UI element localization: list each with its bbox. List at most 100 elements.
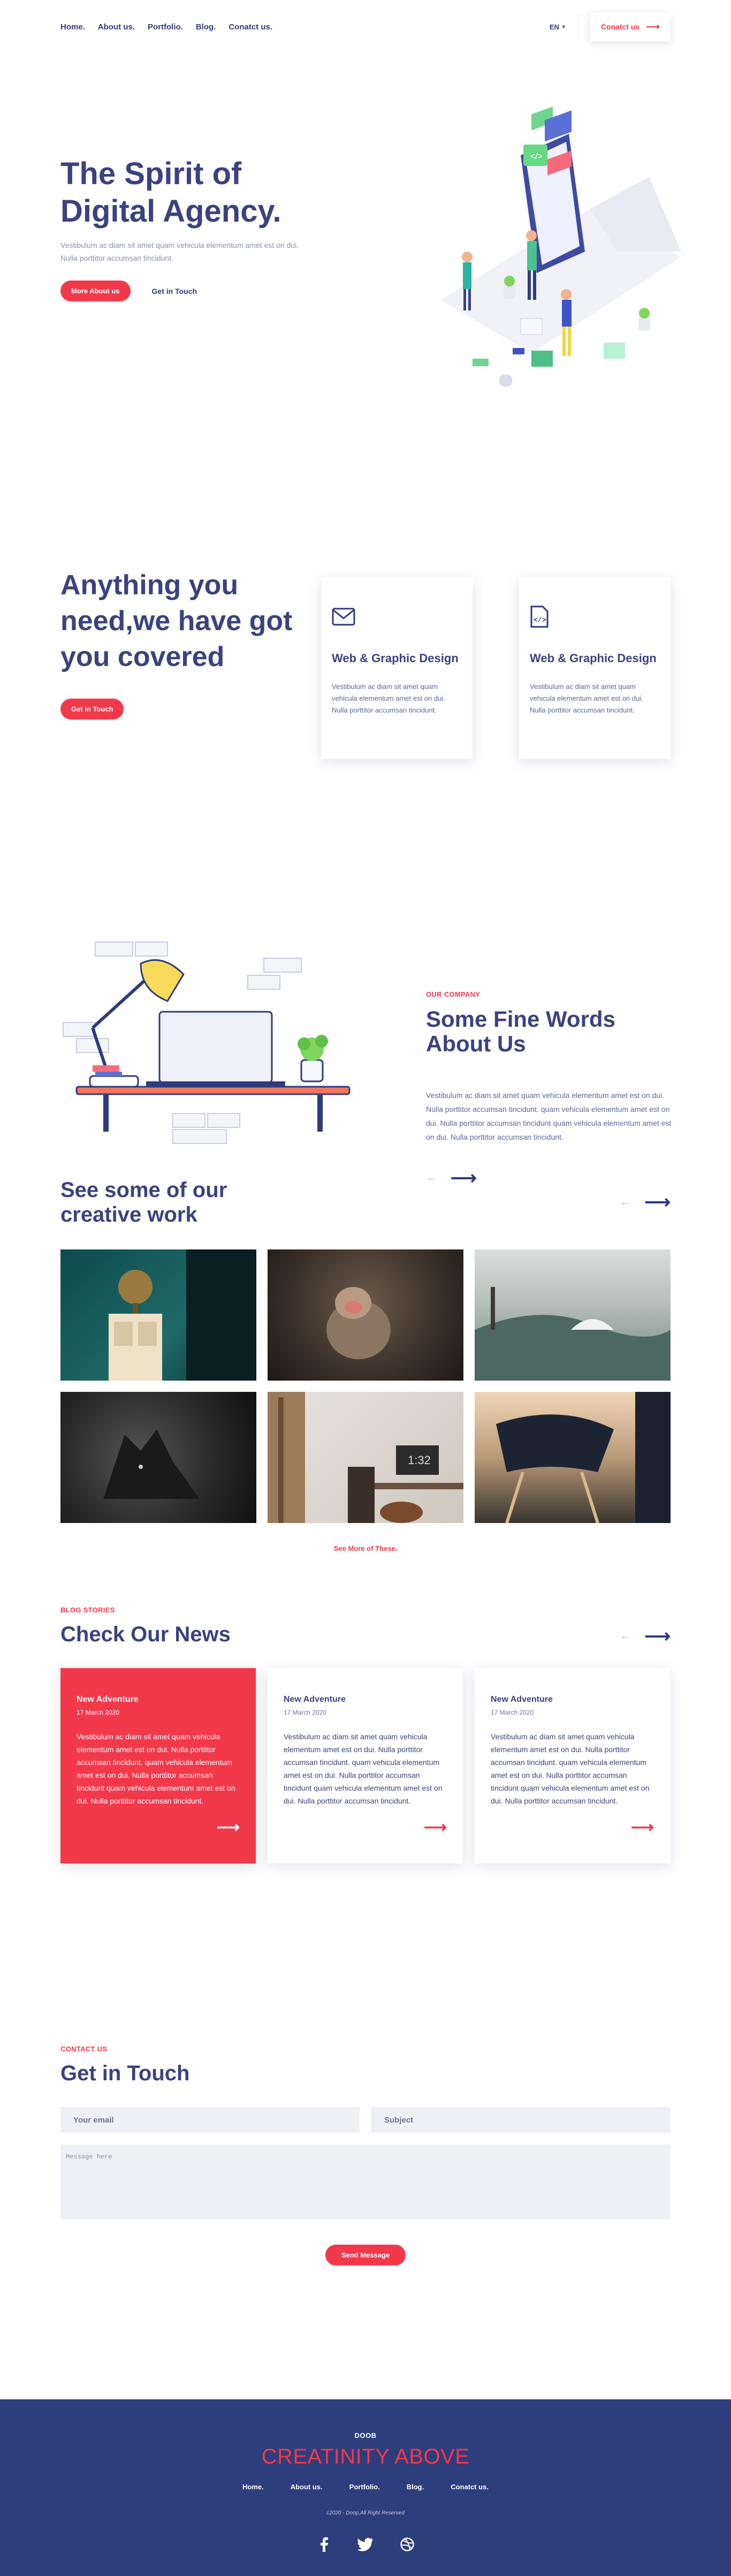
footer-links: Home. About us. Portfolio. Blog. Conatct… xyxy=(0,2483,731,2491)
get-in-touch-link[interactable]: Get in Touch xyxy=(152,287,197,296)
black-wolf-image xyxy=(103,1429,200,1499)
about-paragraph: Vestibulum ac diam sit amet quam vehicul… xyxy=(426,1091,672,1141)
dribbble-icon[interactable] xyxy=(399,2536,415,2552)
code-file-icon: </> xyxy=(530,604,555,630)
news-card[interactable]: New Adventure 17 March 2020 Vestibulum a… xyxy=(60,1668,256,1863)
dark-chairs-image xyxy=(496,1392,671,1523)
footer-social xyxy=(0,2536,731,2552)
portfolio-tile-surf[interactable] xyxy=(475,1249,671,1381)
arrow-right-icon[interactable]: ⟶ xyxy=(631,1818,654,1837)
home-office-desk-image: 1:32 xyxy=(268,1392,463,1523)
twitter-icon[interactable] xyxy=(357,2536,374,2552)
arrow-left-icon[interactable]: ← xyxy=(620,1630,630,1642)
news-header: BLOG STORIES Check Our News ← ⟶ xyxy=(60,1515,671,1647)
nav-link-portfolio[interactable]: Portfolio. xyxy=(148,22,183,32)
svg-text:1:32: 1:32 xyxy=(408,1453,431,1467)
service-card-text: Vestibulum ac diam sit amet quam vehicul… xyxy=(530,683,643,714)
contact-us-button[interactable]: Conatct us ⟶ xyxy=(590,12,671,41)
nav-link-contact[interactable]: Conatct us. xyxy=(229,22,272,32)
language-label: EN xyxy=(549,22,559,31)
footer-link-contact[interactable]: Conatct us. xyxy=(451,2483,489,2491)
email-field[interactable] xyxy=(60,2107,360,2133)
portfolio-tile-monkey[interactable] xyxy=(268,1249,463,1381)
about-section: OUR COMPANY Some Fine Words About Us Ves… xyxy=(60,792,671,1187)
news-title: Check Our News xyxy=(60,1623,231,1646)
service-card-design[interactable]: Web & Graphic Design Vestibulum ac diam … xyxy=(321,577,473,759)
arrow-right-icon[interactable]: ⟶ xyxy=(424,1818,447,1837)
nav-link-blog[interactable]: Blog. xyxy=(196,22,216,32)
subject-field[interactable] xyxy=(371,2107,671,2133)
nav-link-home[interactable]: Home. xyxy=(60,22,85,32)
news-card-title: New Adventure xyxy=(77,1695,139,1704)
news-kicker: BLOG STORIES xyxy=(60,1606,115,1614)
footer-link-home[interactable]: Home. xyxy=(242,2483,264,2491)
news-card-text: Vestibulum ac diam sit amet quam vehicul… xyxy=(491,1732,650,1805)
news-card-title: New Adventure xyxy=(284,1695,346,1704)
arrow-right-icon[interactable]: ⟶ xyxy=(644,1193,671,1211)
portfolio-header: See some of our creative work ← ⟶ xyxy=(60,1178,671,1227)
news-cards: New Adventure 17 March 2020 Vestibulum a… xyxy=(60,1668,671,1863)
message-field[interactable] xyxy=(60,2145,671,2219)
globe-on-cabinet-image xyxy=(109,1249,256,1381)
footer-link-portfolio[interactable]: Portfolio. xyxy=(349,2483,380,2491)
services-title: Anything you need,we have got you covere… xyxy=(60,570,293,672)
hero-text: The Spirit of Digital Agency. Vestibulum… xyxy=(60,155,312,301)
services-get-in-touch-button[interactable]: Get in Touch xyxy=(60,699,124,719)
contact-section: CONTACT US Get in Touch Send Message xyxy=(60,1938,671,2399)
portfolio-tile-wolf[interactable] xyxy=(60,1392,256,1523)
top-navigation: Home. About us. Portfolio. Blog. Conatct… xyxy=(60,0,671,54)
service-card-title: Web & Graphic Design xyxy=(332,651,459,665)
service-card-development[interactable]: </> Web & Graphic Design Vestibulum ac d… xyxy=(519,577,671,759)
mail-icon xyxy=(332,604,357,630)
service-card-text: Vestibulum ac diam sit amet quam vehicul… xyxy=(332,683,445,714)
news-section: BLOG STORIES Check Our News ← ⟶ New Adve… xyxy=(60,1515,671,1938)
contact-us-label: Conatct us xyxy=(600,22,640,31)
footer-link-blog[interactable]: Blog. xyxy=(407,2483,424,2491)
footer: DOOB CREATINITY ABOVE Home. About us. Po… xyxy=(0,2399,731,2576)
news-card-date: 17 March 2020 xyxy=(491,1709,534,1716)
about-kicker: OUR COMPANY xyxy=(426,990,481,998)
portfolio-title: See some of our creative work xyxy=(60,1178,227,1226)
monkey-in-water-image xyxy=(326,1287,391,1359)
news-card-text: Vestibulum ac diam sit amet quam vehicul… xyxy=(77,1732,235,1805)
language-select[interactable]: EN ▼ xyxy=(550,23,566,31)
portfolio-tile-office[interactable]: 1:32 xyxy=(268,1392,463,1523)
send-message-button[interactable]: Send Message xyxy=(325,2245,406,2266)
svg-text:</>: </> xyxy=(534,616,546,624)
hero-actions: More About us Get in Touch xyxy=(60,281,312,301)
news-heading-group: BLOG STORIES Check Our News xyxy=(60,1606,231,1647)
portfolio-section: See some of our creative work ← ⟶ 1:32 S… xyxy=(60,1178,671,1552)
svg-text:</>: </> xyxy=(530,152,543,161)
news-card-title: New Adventure xyxy=(491,1695,553,1704)
hero-section: The Spirit of Digital Agency. Vestibulum… xyxy=(60,54,681,428)
nav-link-about[interactable]: About us. xyxy=(98,22,135,32)
news-card-text: Vestibulum ac diam sit amet quam vehicul… xyxy=(284,1732,443,1805)
desk-lamp-illustration xyxy=(63,942,351,1144)
contact-kicker: CONTACT US xyxy=(60,2045,108,2053)
service-card-title: Web & Graphic Design xyxy=(530,651,657,665)
portfolio-tile-globe[interactable] xyxy=(60,1249,256,1381)
send-wrap: Send Message xyxy=(60,2245,671,2266)
portfolio-gallery: 1:32 xyxy=(60,1249,671,1523)
news-card-date: 17 March 2020 xyxy=(77,1709,120,1716)
hero-illustration: </> xyxy=(440,106,681,387)
news-card-date: 17 March 2020 xyxy=(284,1709,327,1716)
news-card[interactable]: New Adventure 17 March 2020 Vestibulum a… xyxy=(475,1668,670,1863)
news-card[interactable]: New Adventure 17 March 2020 Vestibulum a… xyxy=(268,1668,463,1863)
nav-links: Home. About us. Portfolio. Blog. Conatct… xyxy=(60,22,272,32)
footer-tagline: CREATINITY ABOVE xyxy=(261,2445,470,2468)
news-slider-arrows: ← ⟶ xyxy=(620,1627,671,1647)
facebook-icon[interactable] xyxy=(316,2536,332,2552)
arrow-left-icon[interactable]: ← xyxy=(620,1196,630,1209)
portfolio-tile-chairs[interactable] xyxy=(475,1392,671,1523)
arrow-right-icon[interactable]: ⟶ xyxy=(217,1818,240,1837)
chevron-down-icon: ▼ xyxy=(561,24,566,29)
arrow-right-icon[interactable]: ⟶ xyxy=(644,1627,671,1646)
nav-right: EN ▼ Conatct us ⟶ xyxy=(550,12,671,41)
arrow-right-icon: ⟶ xyxy=(646,21,660,32)
about-text: OUR COMPANY Some Fine Words About Us Ves… xyxy=(426,990,672,1187)
footer-brand: DOOB xyxy=(354,2431,377,2439)
hero-subtitle: Vestibulum ac diam sit amet quam vehicul… xyxy=(60,241,299,262)
footer-link-about[interactable]: About us. xyxy=(291,2483,323,2491)
more-about-us-button[interactable]: More About us xyxy=(60,281,131,301)
